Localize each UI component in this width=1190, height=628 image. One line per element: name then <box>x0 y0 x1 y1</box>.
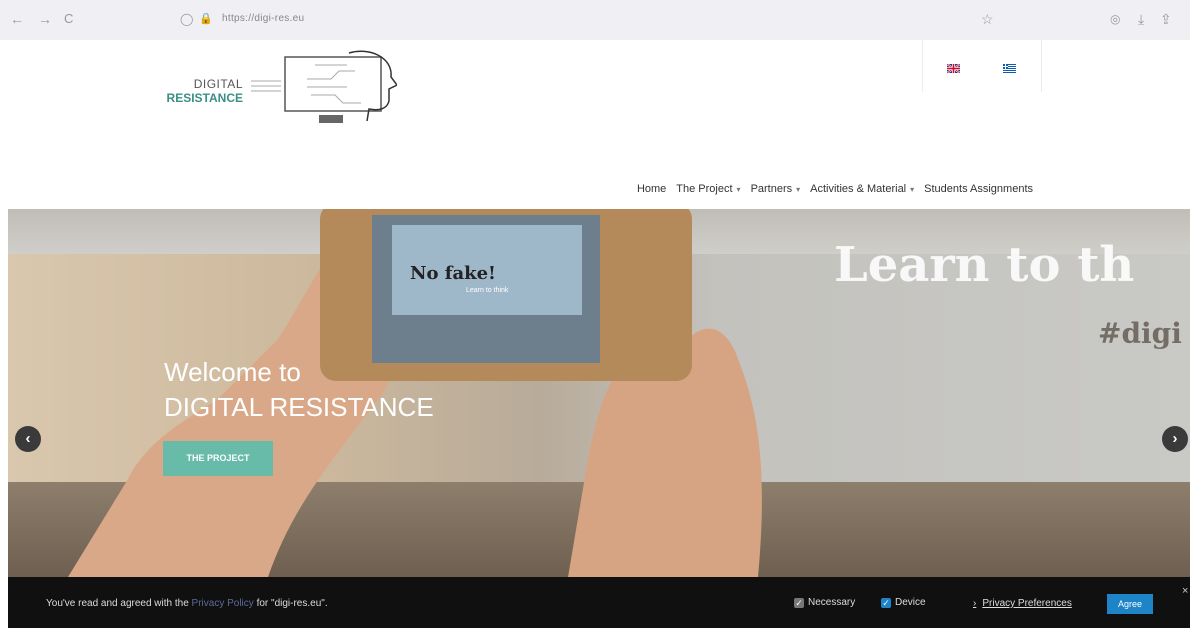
cookie-text-before: You've read and agreed with the <box>46 598 192 609</box>
address-bar-url[interactable]: https://digi-res.eu <box>222 13 304 24</box>
forward-icon[interactable]: → <box>38 11 52 27</box>
nav-label: Activities & Material <box>810 183 907 195</box>
privacy-preferences-link[interactable]: › Privacy Preferences <box>973 598 1072 609</box>
logo-word-digital: DIGITAL <box>193 77 243 91</box>
privacy-preferences-label: Privacy Preferences <box>982 598 1072 609</box>
the-project-button[interactable]: THE PROJECT <box>163 441 273 476</box>
close-icon[interactable]: × <box>1182 585 1188 597</box>
checkbox-checked-icon: ✓ <box>881 598 891 608</box>
cookie-text-after: for "digi-res.eu". <box>253 598 328 609</box>
hero-title: Welcome to DIGITAL RESISTANCE <box>164 355 434 425</box>
nav-label: Partners <box>750 183 793 195</box>
phone-screen: No fake! Learn to think <box>372 215 600 363</box>
site-logo[interactable]: DIGITAL RESISTANCE <box>163 45 397 130</box>
browser-toolbar: ← → C ◯ 🔒 https://digi-res.eu ☆ ◎ ⤓ ⇪ <box>0 0 1190 41</box>
nav-home[interactable]: Home <box>637 179 666 199</box>
device-label: Device <box>895 597 926 608</box>
site-header: DIGITAL RESISTANCE Home The Project ▾ Pa… <box>0 40 1190 209</box>
necessary-label: Necessary <box>808 597 856 608</box>
nav-label: Home <box>636 183 667 195</box>
nav-partners[interactable]: Partners ▾ <box>751 179 801 199</box>
star-icon[interactable]: ☆ <box>981 11 994 27</box>
chevron-down-icon: ▾ <box>796 185 801 194</box>
hero-background-hashtag: #digi <box>1098 317 1182 350</box>
back-icon[interactable]: ← <box>10 11 24 27</box>
main-nav: Home The Project ▾ Partners ▾ Activities &… <box>637 179 1033 199</box>
logo-word-resistance: RESISTANCE <box>166 91 243 105</box>
hero-title-line1: Welcome to <box>164 357 301 387</box>
phone-screen-slogan: No fake! <box>410 263 496 284</box>
chevron-right-icon: › <box>973 598 977 609</box>
reload-icon[interactable]: C <box>64 11 73 27</box>
nav-activities-material[interactable]: Activities & Material ▾ <box>810 179 914 199</box>
chevron-down-icon: ▾ <box>910 185 915 194</box>
nav-label: The Project <box>676 183 733 195</box>
shield-icon[interactable]: ◯ <box>180 11 193 27</box>
hero-title-line2: DIGITAL RESISTANCE <box>164 392 434 422</box>
device-checkbox[interactable]: ✓ Device <box>881 597 926 608</box>
cookie-message: You've read and agreed with the Privacy … <box>46 598 328 609</box>
necessary-checkbox[interactable]: ✓ Necessary <box>794 597 855 608</box>
nav-students-assignments[interactable]: Students Assignments <box>924 179 1033 199</box>
chevron-down-icon: ▾ <box>736 185 741 194</box>
share-icon[interactable]: ⇪ <box>1160 11 1172 27</box>
phone-screen-subtext: Learn to think <box>466 287 509 294</box>
checkbox-checked-icon: ✓ <box>794 598 804 608</box>
language-switcher <box>922 40 1042 92</box>
hero-background-slogan: Learn to th <box>834 237 1135 293</box>
agree-button[interactable]: Agree <box>1107 594 1153 614</box>
nav-the-project[interactable]: The Project ▾ <box>676 179 740 199</box>
uk-flag-icon[interactable] <box>947 64 960 73</box>
download-icon[interactable]: ⤓ <box>1138 11 1144 27</box>
nav-label: Students Assignments <box>924 183 1033 195</box>
monitor-head-icon <box>251 50 397 123</box>
cookie-consent-bar: You've read and agreed with the Privacy … <box>8 577 1190 628</box>
privacy-policy-link[interactable]: Privacy Policy <box>192 598 254 609</box>
slider-next-icon[interactable]: › <box>1162 426 1188 452</box>
pocket-icon[interactable]: ◎ <box>1110 11 1120 27</box>
slider-prev-icon[interactable]: ‹ <box>15 426 41 452</box>
lock-icon[interactable]: 🔒 <box>199 11 213 27</box>
greek-flag-icon[interactable] <box>1003 64 1016 73</box>
